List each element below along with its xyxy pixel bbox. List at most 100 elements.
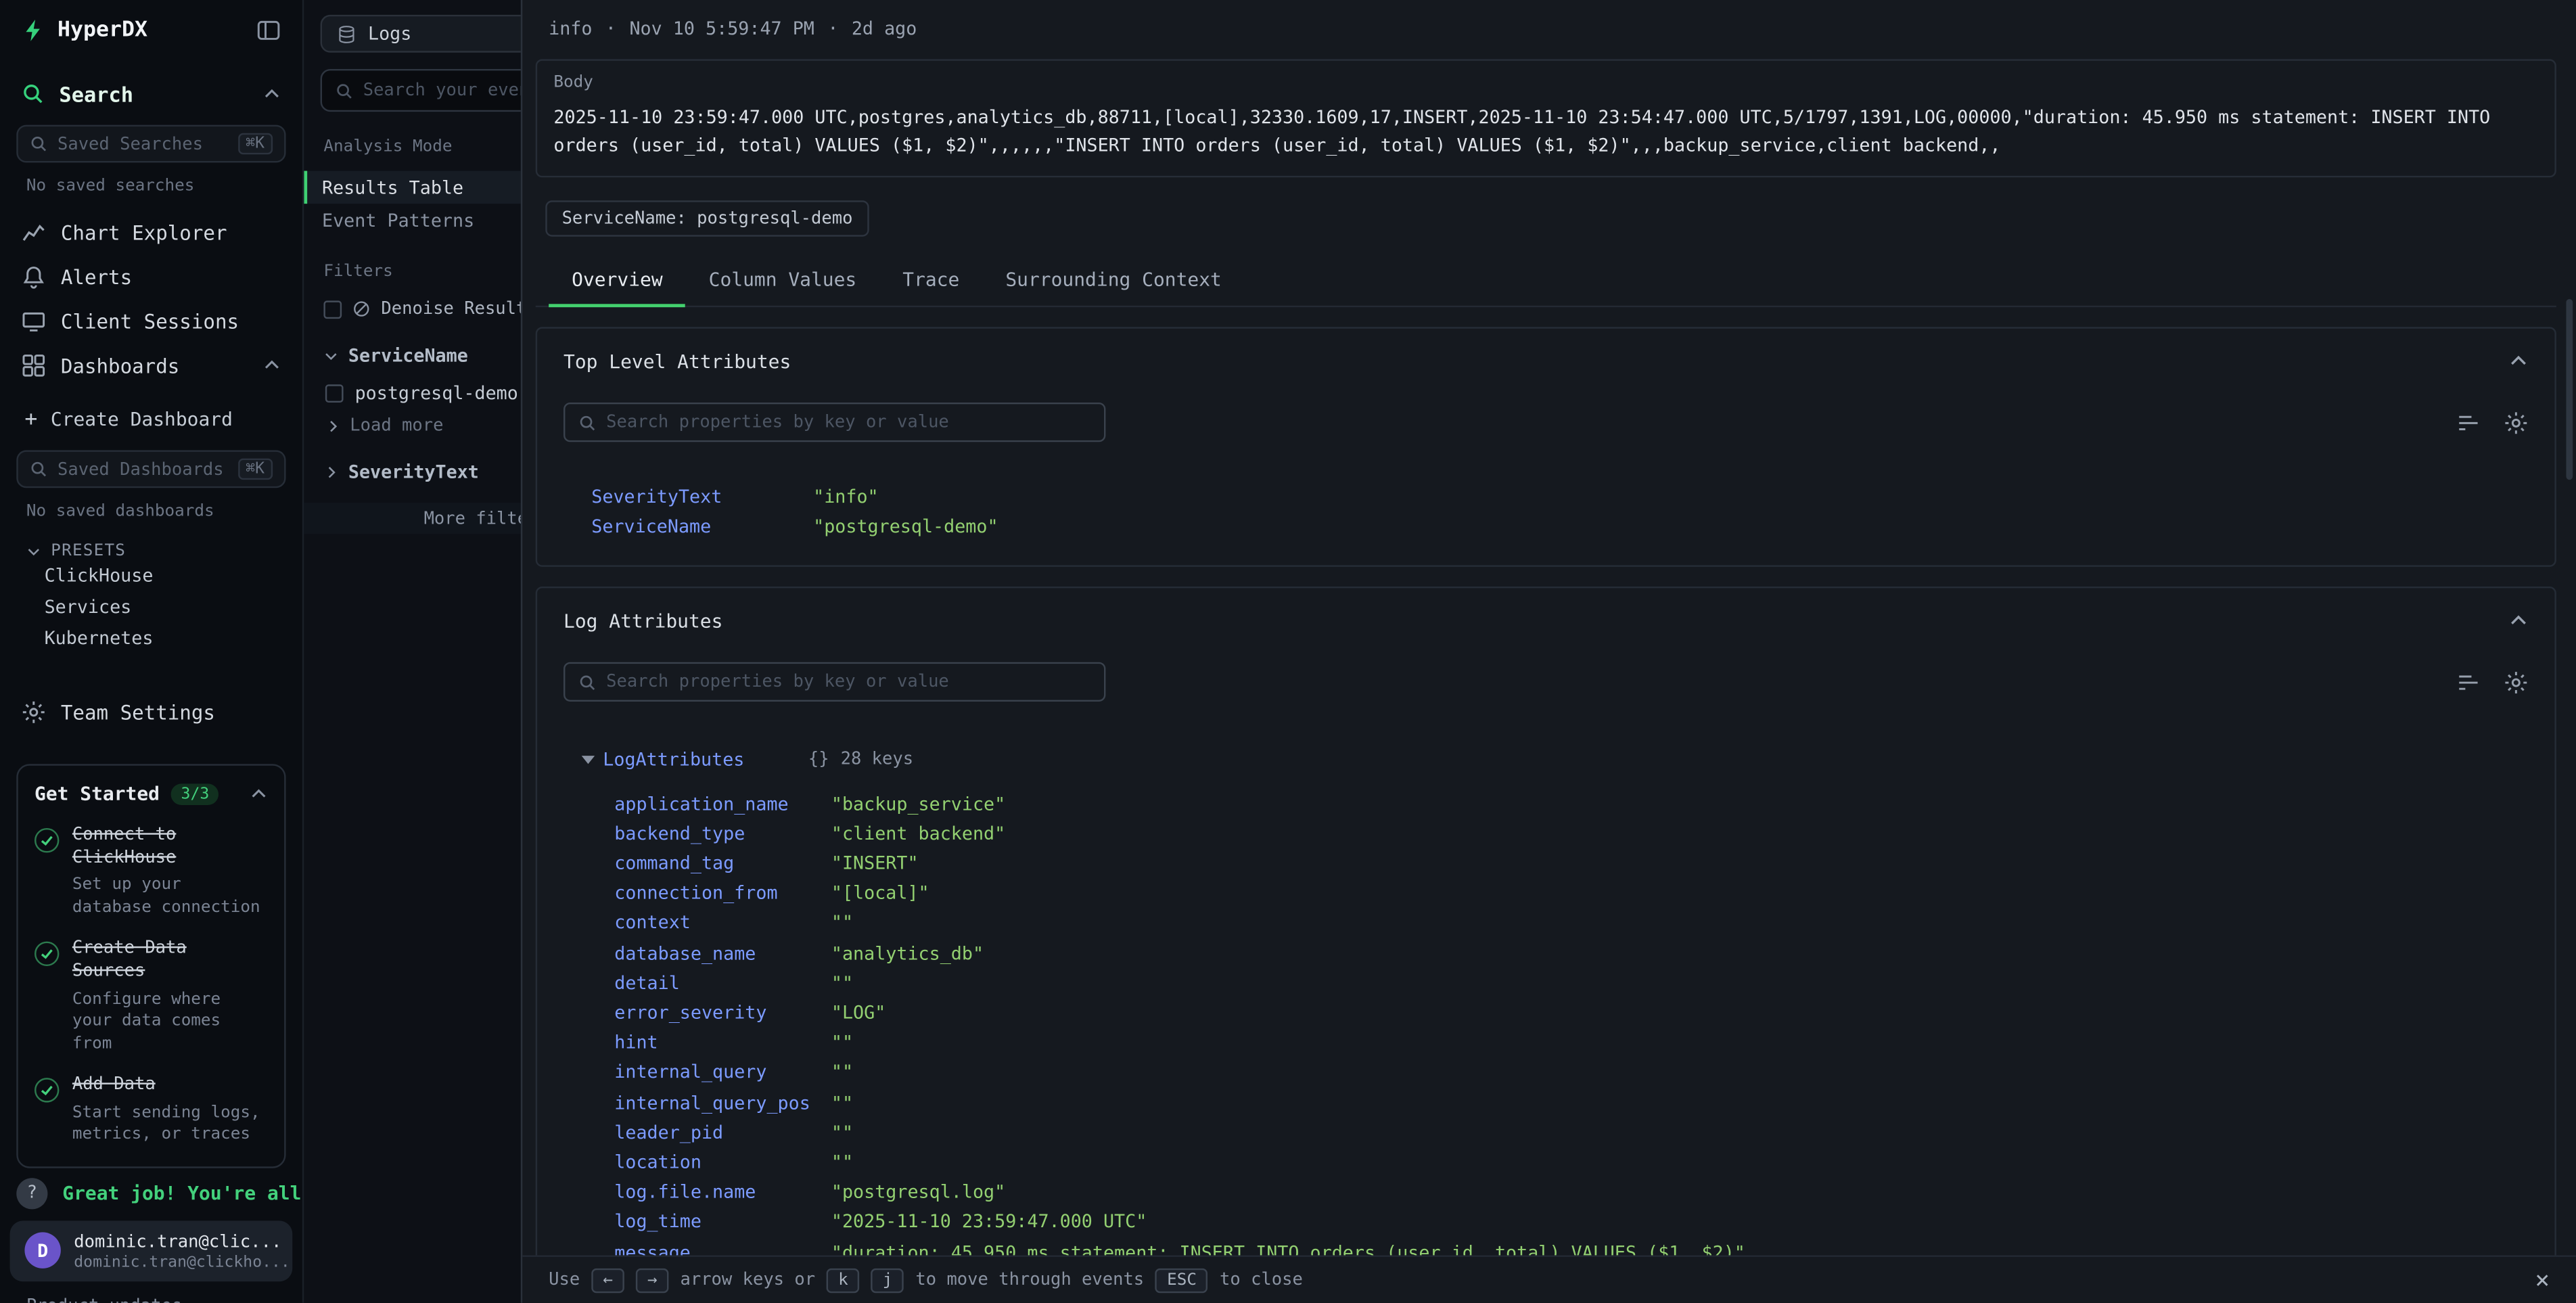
top-level-attributes-section: Top Level Attributes: [536, 327, 2556, 568]
tab-column-values[interactable]: Column Values: [686, 253, 880, 306]
attribute-row[interactable]: ServiceName "postgresql-demo": [591, 511, 2528, 541]
sidebar-item-kubernetes[interactable]: Kubernetes: [0, 622, 302, 654]
preset-label: Services: [45, 597, 132, 618]
source-select-label: Logs: [368, 23, 411, 45]
key-right-arrow: →: [636, 1268, 669, 1292]
saved-dashboards-label: Saved Dashboards: [58, 459, 224, 479]
get-started-step-sources[interactable]: Create Data Sources Configure where your…: [34, 938, 268, 1055]
chevron-right-icon: [325, 418, 340, 433]
wrap-lines-icon[interactable]: [2456, 410, 2481, 434]
keys-count: 28 keys: [841, 750, 914, 769]
get-started-step-connect[interactable]: Connect to ClickHouse Set up your databa…: [34, 825, 268, 919]
sidebar-item-search[interactable]: Search: [0, 72, 302, 115]
settings-icon[interactable]: [2504, 670, 2528, 694]
sidebar-item-dashboards[interactable]: Dashboards: [0, 344, 302, 388]
sidebar-item-clickhouse[interactable]: ClickHouse: [0, 560, 302, 591]
key-left-arrow: ←: [591, 1268, 624, 1292]
sidebar-item-chart-explorer[interactable]: Chart Explorer: [0, 210, 302, 255]
sidebar-item-team-settings[interactable]: Team Settings: [0, 690, 302, 735]
search-icon: [335, 81, 353, 99]
attribute-key: command_tag: [614, 853, 831, 875]
circle-slash-icon: [352, 299, 371, 319]
attribute-row[interactable]: application_name"backup_service": [564, 789, 2529, 819]
checkbox[interactable]: [323, 300, 342, 318]
sidebar-item-services[interactable]: Services: [0, 591, 302, 622]
collapse-sidebar-icon[interactable]: [256, 18, 281, 43]
attribute-row[interactable]: connection_from"[local]": [564, 878, 2529, 908]
checkbox[interactable]: [325, 384, 344, 403]
grid-icon: [22, 353, 46, 378]
attribute-key: internal_query_pos: [614, 1092, 831, 1114]
chevron-up-icon[interactable]: [250, 785, 268, 803]
search-icon: [578, 413, 597, 432]
attribute-key: backend_type: [614, 823, 831, 844]
attribute-row[interactable]: hint"": [564, 1028, 2529, 1057]
attribute-search-input[interactable]: [606, 413, 1090, 432]
attribute-key: context: [614, 913, 831, 934]
chevron-up-icon[interactable]: [2508, 352, 2528, 371]
close-icon[interactable]: ×: [2535, 1265, 2550, 1295]
great-job-text: Great job! You're all: [62, 1182, 301, 1205]
plus-icon: +: [24, 407, 37, 431]
attribute-value: "info": [813, 486, 879, 507]
get-started-step-add-data[interactable]: Add Data Start sending logs, metrics, or…: [34, 1074, 268, 1146]
attribute-key: log.file.name: [614, 1181, 831, 1203]
attribute-row[interactable]: context"": [564, 909, 2529, 938]
step-description: Set up your database connection: [72, 875, 268, 919]
key-k: k: [827, 1268, 860, 1292]
attribute-search-box[interactable]: [564, 662, 1105, 702]
chevron-up-icon[interactable]: [263, 357, 281, 375]
presets-toggle[interactable]: PRESETS: [26, 542, 302, 560]
search-icon: [30, 135, 48, 153]
scrollbar-thumb[interactable]: [2566, 299, 2573, 480]
log-attribute-rows: application_name"backup_service" backend…: [564, 789, 2529, 1255]
attribute-value: "postgresql-demo": [813, 516, 998, 537]
step-title: Add Data: [72, 1074, 268, 1097]
attribute-row[interactable]: command_tag"INSERT": [564, 848, 2529, 878]
chevron-up-icon[interactable]: [2508, 612, 2528, 631]
get-started-header[interactable]: Get Started 3/3: [34, 782, 268, 805]
attribute-row[interactable]: leader_pid"": [564, 1118, 2529, 1147]
sidebar-item-client-sessions[interactable]: Client Sessions: [0, 299, 302, 344]
attribute-row[interactable]: location"": [564, 1147, 2529, 1177]
attribute-row[interactable]: backend_type"client backend": [564, 819, 2529, 848]
attribute-row[interactable]: log.file.name"postgresql.log": [564, 1177, 2529, 1207]
create-dashboard-button[interactable]: + Create Dashboard: [0, 398, 302, 440]
attribute-row[interactable]: database_name"analytics_db": [564, 938, 2529, 968]
attribute-row[interactable]: error_severity"LOG": [564, 998, 2529, 1028]
tab-overview[interactable]: Overview: [549, 253, 686, 306]
attribute-value: "": [831, 1032, 853, 1054]
user-menu[interactable]: D dominic.tran@clic... dominic.tran@clic…: [10, 1220, 293, 1281]
attribute-search-box[interactable]: [564, 403, 1105, 442]
attribute-row[interactable]: detail"": [564, 968, 2529, 998]
facet-label: SeverityText: [348, 461, 479, 483]
tab-surrounding-context[interactable]: Surrounding Context: [982, 253, 1245, 306]
product-updates-link[interactable]: Product updates: [26, 1296, 302, 1303]
sidebar-item-alerts[interactable]: Alerts: [0, 254, 302, 299]
sidebar-item-label: Alerts: [61, 265, 132, 288]
attribute-row[interactable]: log_time"2025-11-10 23:59:47.000 UTC": [564, 1207, 2529, 1237]
tab-trace[interactable]: Trace: [879, 253, 982, 306]
log-attributes-tree-root[interactable]: LogAttributes {} 28 keys: [564, 744, 2529, 774]
attribute-key: internal_query: [614, 1062, 831, 1084]
settings-icon[interactable]: [2504, 410, 2528, 434]
chevron-up-icon[interactable]: [263, 85, 281, 103]
step-title: Connect to ClickHouse: [72, 825, 268, 869]
chevron-right-icon: [323, 465, 338, 480]
attribute-row[interactable]: SeverityText "info": [591, 482, 2528, 511]
attribute-row[interactable]: message"duration: 45.950 ms statement: I…: [564, 1237, 2529, 1255]
attribute-row[interactable]: internal_query_pos"": [564, 1088, 2529, 1118]
attribute-value: "2025-11-10 23:59:47.000 UTC": [831, 1212, 1147, 1233]
attribute-search-input[interactable]: [606, 672, 1090, 692]
chevron-down-icon: [323, 348, 338, 363]
service-name-chip[interactable]: ServiceName: postgresql-demo: [545, 201, 869, 237]
saved-dashboards-button[interactable]: Saved Dashboards ⌘K: [16, 450, 285, 488]
saved-searches-button[interactable]: Saved Searches ⌘K: [16, 125, 285, 163]
wrap-lines-icon[interactable]: [2456, 670, 2481, 694]
attribute-row[interactable]: internal_query"": [564, 1057, 2529, 1087]
attribute-key: message: [614, 1241, 831, 1256]
attribute-key: leader_pid: [614, 1122, 831, 1143]
facet-label: ServiceName: [348, 345, 468, 367]
help-icon[interactable]: ?: [16, 1178, 47, 1209]
search-icon: [30, 460, 48, 478]
